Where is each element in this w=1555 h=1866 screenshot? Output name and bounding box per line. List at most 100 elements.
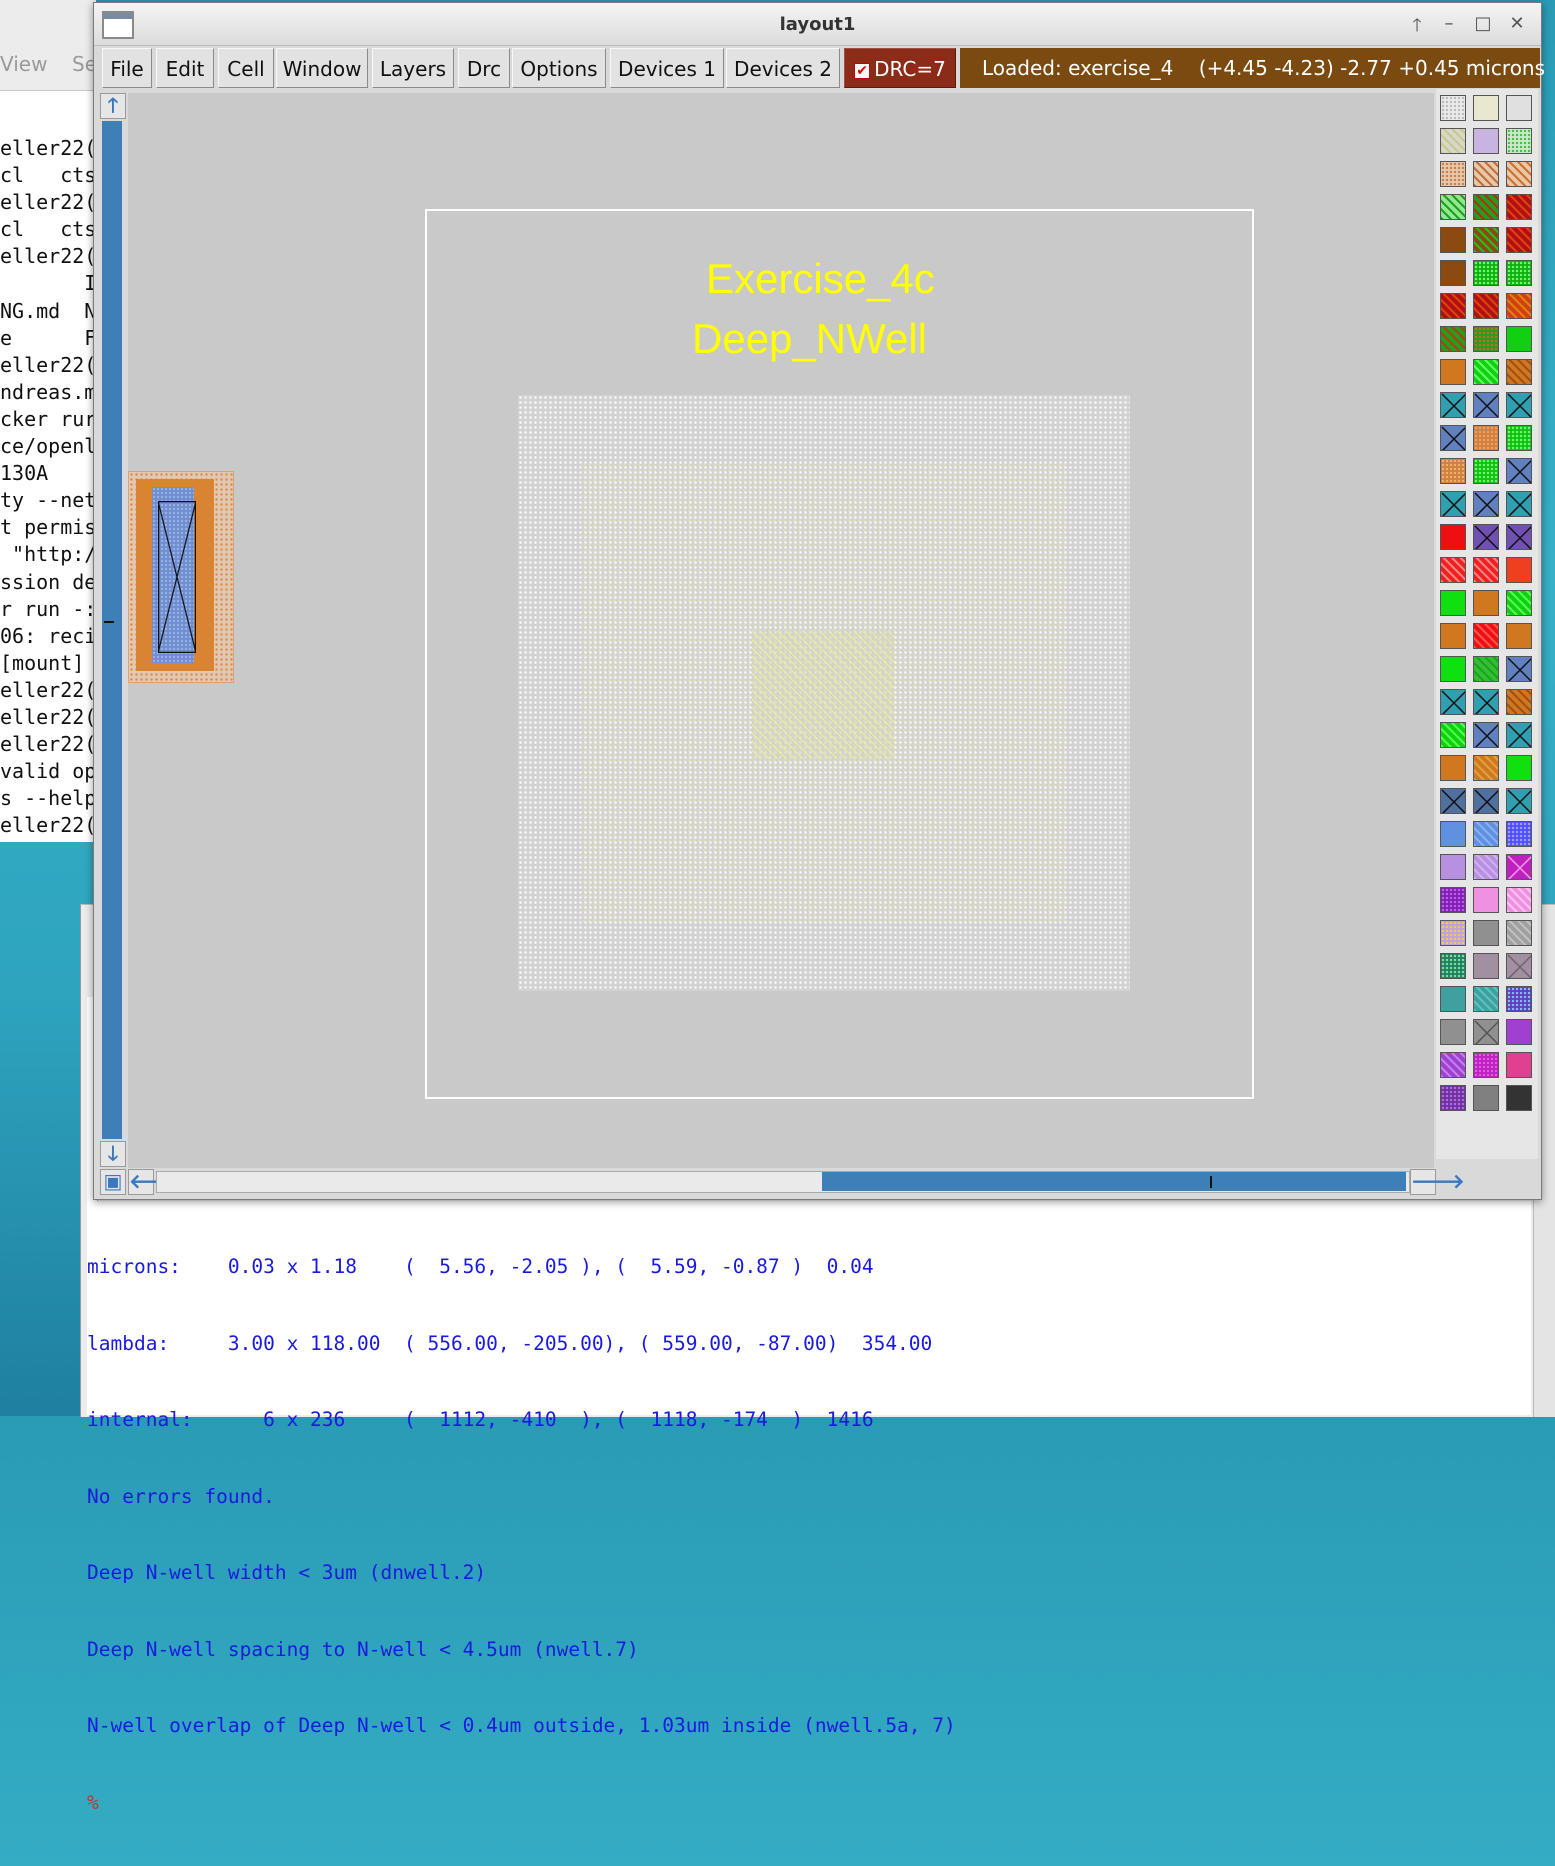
layer-swatch[interactable] (1440, 689, 1466, 715)
layer-swatch[interactable] (1440, 920, 1466, 946)
layer-swatch[interactable] (1473, 788, 1499, 814)
layer-swatch[interactable] (1440, 1019, 1466, 1045)
layer-swatch[interactable] (1473, 194, 1499, 220)
layer-swatch[interactable] (1506, 194, 1532, 220)
menu-cell[interactable]: Cell (218, 48, 274, 88)
layer-swatch[interactable] (1506, 854, 1532, 880)
layer-swatch[interactable] (1440, 392, 1466, 418)
layer-swatch[interactable] (1440, 293, 1466, 319)
layer-swatch[interactable] (1506, 161, 1532, 187)
layer-swatch[interactable] (1440, 425, 1466, 451)
layer-swatch[interactable] (1440, 623, 1466, 649)
layer-swatch[interactable] (1440, 953, 1466, 979)
scroll-up-arrow-icon[interactable]: 🡑 (100, 93, 126, 119)
layer-swatch[interactable] (1506, 590, 1532, 616)
layer-swatch[interactable] (1506, 524, 1532, 550)
layer-swatch[interactable] (1506, 293, 1532, 319)
layer-swatch[interactable] (1506, 722, 1532, 748)
layer-swatch[interactable] (1440, 722, 1466, 748)
layer-swatch[interactable] (1473, 326, 1499, 352)
layer-swatch[interactable] (1473, 392, 1499, 418)
device-thumbnail[interactable] (128, 471, 234, 683)
layer-swatch[interactable] (1473, 590, 1499, 616)
layer-swatch[interactable] (1473, 359, 1499, 385)
layer-swatch[interactable] (1506, 887, 1532, 913)
layer-swatch[interactable] (1473, 887, 1499, 913)
layer-swatch[interactable] (1440, 326, 1466, 352)
layer-swatch[interactable] (1506, 755, 1532, 781)
layer-swatch[interactable] (1506, 227, 1532, 253)
layer-swatch[interactable] (1440, 656, 1466, 682)
console-prompt[interactable]: % (87, 1790, 1531, 1816)
layer-swatch[interactable] (1473, 953, 1499, 979)
layer-swatch[interactable] (1473, 920, 1499, 946)
window-titlebar[interactable]: layout1 🡑 – □ ✕ (94, 3, 1541, 46)
drc-toggle-button[interactable]: ✔ DRC=7 (844, 48, 956, 88)
layer-swatch[interactable] (1440, 788, 1466, 814)
layer-swatch[interactable] (1440, 590, 1466, 616)
layer-swatch[interactable] (1506, 656, 1532, 682)
menu-window[interactable]: Window (276, 48, 368, 88)
menu-options[interactable]: Options (512, 48, 606, 88)
layer-swatch[interactable] (1440, 359, 1466, 385)
layer-swatch[interactable] (1506, 1052, 1532, 1078)
layer-swatch[interactable] (1440, 161, 1466, 187)
layer-swatch[interactable] (1506, 953, 1532, 979)
menu-file[interactable]: File (102, 48, 152, 88)
terminal-menu-view[interactable]: View (0, 52, 47, 76)
layer-swatch[interactable] (1440, 755, 1466, 781)
background-terminal-window[interactable]: View Se eller22(cl cts eller22(cl cts elle… (0, 0, 96, 842)
layer-swatch[interactable] (1473, 722, 1499, 748)
layer-swatch[interactable] (1440, 1052, 1466, 1078)
layer-swatch[interactable] (1473, 260, 1499, 286)
layer-swatch[interactable] (1440, 887, 1466, 913)
layer-swatch[interactable] (1440, 95, 1466, 121)
layer-swatch[interactable] (1440, 1085, 1466, 1111)
layer-swatch[interactable] (1506, 920, 1532, 946)
scroll-left-arrow-icon[interactable]: 🡐 (128, 1169, 183, 1195)
layer-swatch[interactable] (1506, 260, 1532, 286)
layer-swatch[interactable] (1506, 821, 1532, 847)
layer-swatch[interactable] (1473, 623, 1499, 649)
layer-swatch[interactable] (1473, 854, 1499, 880)
scroll-down-arrow-icon[interactable]: 🡓 (100, 1141, 126, 1167)
layer-swatch[interactable] (1440, 260, 1466, 286)
console-log[interactable]: microns: 0.03 x 1.18 ( 5.56, -2.05 ), ( … (87, 1201, 1531, 1814)
layer-swatch[interactable] (1473, 1085, 1499, 1111)
layer-swatch[interactable] (1440, 128, 1466, 154)
menu-edit[interactable]: Edit (156, 48, 214, 88)
layer-swatch[interactable] (1473, 95, 1499, 121)
layer-swatch[interactable] (1440, 491, 1466, 517)
layout-canvas[interactable]: Exercise_4c Deep_NWell (128, 93, 1434, 1168)
layer-swatch[interactable] (1473, 557, 1499, 583)
layer-swatch[interactable] (1506, 689, 1532, 715)
layer-swatch[interactable] (1473, 689, 1499, 715)
menu-devices-1[interactable]: Devices 1 (610, 48, 724, 88)
layer-swatch[interactable] (1506, 326, 1532, 352)
layer-swatch[interactable] (1506, 986, 1532, 1012)
zoom-box-icon[interactable]: ▣ (100, 1169, 126, 1195)
layer-swatch[interactable] (1506, 623, 1532, 649)
layer-swatch[interactable] (1440, 821, 1466, 847)
layer-swatch[interactable] (1473, 1019, 1499, 1045)
layer-swatch[interactable] (1473, 227, 1499, 253)
layer-swatch[interactable] (1506, 425, 1532, 451)
layer-swatch[interactable] (1473, 1052, 1499, 1078)
layer-swatch[interactable] (1473, 755, 1499, 781)
menu-devices-2[interactable]: Devices 2 (726, 48, 840, 88)
minimize-icon[interactable]: – (1436, 13, 1462, 34)
layer-swatch[interactable] (1440, 194, 1466, 220)
vertical-scroll-track[interactable] (102, 121, 122, 1139)
layer-swatch[interactable] (1506, 1019, 1532, 1045)
layer-swatch[interactable] (1440, 854, 1466, 880)
layer-swatch[interactable] (1473, 821, 1499, 847)
layer-swatch[interactable] (1473, 458, 1499, 484)
scroll-right-arrow-icon[interactable]: 🡒 (1410, 1169, 1465, 1195)
drc-checkbox-icon[interactable]: ✔ (854, 62, 871, 79)
layer-swatch[interactable] (1440, 227, 1466, 253)
layer-swatch[interactable] (1506, 1085, 1532, 1111)
layout-window[interactable]: layout1 🡑 – □ ✕ File Edit Cell Window La… (93, 2, 1545, 1200)
layer-swatch[interactable] (1506, 491, 1532, 517)
layer-swatch[interactable] (1440, 557, 1466, 583)
layer-swatch[interactable] (1440, 986, 1466, 1012)
